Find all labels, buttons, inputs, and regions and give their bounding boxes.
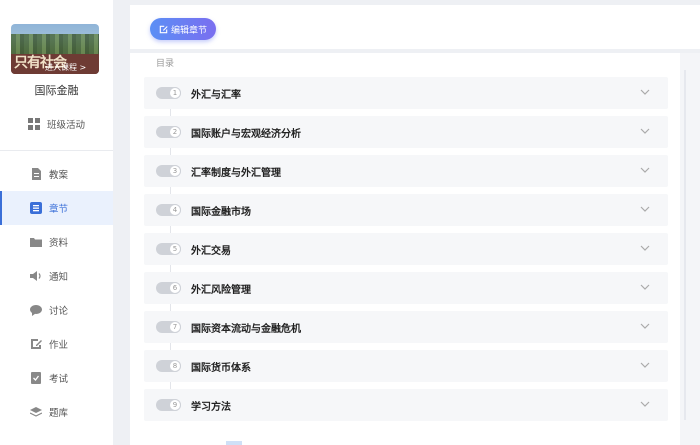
sidebar-item-homework[interactable]: 作业 [0,327,113,361]
chapter-toggle[interactable]: 2 [156,126,181,138]
chapter-number: 2 [169,126,181,138]
stack-icon [30,407,42,417]
sidebar-item-exams[interactable]: 考试 [0,361,113,395]
chevron-down-icon[interactable] [640,323,650,330]
course-name: 国际金融 [34,84,79,97]
chapter-number: 1 [169,87,181,99]
chevron-down-icon[interactable] [640,206,650,213]
chapter-title: 外汇交易 [191,245,231,257]
sidebar-item-label: 教案 [49,170,69,181]
chevron-down-icon[interactable] [640,401,650,408]
chapter-row[interactable]: 8 国际货币体系 [144,350,668,382]
chapter-number: 8 [169,360,181,372]
chat-icon [30,305,42,316]
chevron-down-icon[interactable] [640,245,650,252]
chapter-toggle[interactable]: 4 [156,204,181,216]
edit-icon [31,339,42,349]
chapter-row[interactable]: 9 学习方法 [144,389,668,421]
grid-icon [28,118,40,130]
sidebar: 只有社会 进入课程 > 国际金融 班级活动 教案 章节 资料 通知 讨论 作业 … [0,0,113,445]
chevron-down-icon[interactable] [640,362,650,369]
chapter-title: 外汇与汇率 [191,89,241,101]
chapter-row[interactable]: 7 国际资本流动与金融危机 [144,311,668,343]
folder-icon [30,238,42,247]
speaker-icon [30,271,41,281]
sidebar-item-label: 章节 [49,204,69,215]
enter-course-link[interactable]: 进入课程 > [45,62,86,73]
chevron-down-icon[interactable] [640,167,650,174]
chapter-row[interactable]: 6 外汇风险管理 [144,272,668,304]
sidebar-item-lesson-plan[interactable]: 教案 [0,157,113,191]
chapter-toggle[interactable]: 3 [156,165,181,177]
document-icon [32,168,41,180]
course-cover-image[interactable]: 只有社会 进入课程 > [11,24,99,74]
edit-icon [159,25,168,33]
sidebar-item-label: 作业 [49,340,69,351]
sidebar-item-label: 题库 [49,408,69,419]
chapter-row[interactable]: 1 外汇与汇率 [144,77,668,109]
chapter-number: 9 [169,399,181,411]
sidebar-item-notices[interactable]: 通知 [0,259,113,293]
chapter-toggle[interactable]: 8 [156,360,181,372]
class-activity-label: 班级活动 [47,120,86,131]
chapter-title: 学习方法 [191,401,231,413]
sidebar-item-label: 资料 [49,238,69,249]
chevron-down-icon[interactable] [640,89,650,96]
chevron-down-icon[interactable] [640,284,650,291]
chapter-toggle[interactable]: 5 [156,243,181,255]
chapter-title: 国际货币体系 [191,362,251,374]
sidebar-item-label: 通知 [49,272,69,283]
sidebar-item-question-bank[interactable]: 题库 [0,395,113,429]
chevron-down-icon[interactable] [640,128,650,135]
chapter-title: 国际资本流动与金融危机 [191,323,301,335]
chapter-toggle[interactable]: 1 [156,87,181,99]
chapter-row[interactable]: 2 国际账户与宏观经济分析 [144,116,668,148]
chapter-row[interactable]: 5 外汇交易 [144,233,668,265]
chapter-title: 外汇风险管理 [191,284,251,296]
chapter-number: 6 [169,282,181,294]
scrollbar[interactable] [684,70,686,420]
toc-label: 目录 [156,59,175,69]
chapter-title: 国际账户与宏观经济分析 [191,128,301,140]
chapter-number: 4 [169,204,181,216]
chapter-toggle[interactable]: 9 [156,399,181,411]
edit-chapters-label: 编辑章节 [170,25,207,36]
sidebar-item-label: 讨论 [49,306,69,317]
chapter-row[interactable]: 3 汇率制度与外汇管理 [144,155,668,187]
sidebar-item-materials[interactable]: 资料 [0,225,113,259]
chapter-title: 汇率制度与外汇管理 [191,167,281,179]
chapter-number: 7 [169,321,181,333]
chapter-toggle[interactable]: 7 [156,321,181,333]
sidebar-divider [0,150,113,151]
chapter-toggle[interactable]: 6 [156,282,181,294]
list-icon [30,202,42,214]
sidebar-item-label: 考试 [49,374,69,385]
scrollbar-gutter [680,53,700,445]
chapter-row[interactable]: 4 国际金融市场 [144,194,668,226]
exam-icon [31,372,41,384]
sidebar-item-chapters[interactable]: 章节 [0,191,113,225]
class-activity-link[interactable]: 班级活动 [28,117,85,131]
edit-chapters-button[interactable]: 编辑章节 [150,18,216,40]
sidebar-item-discussion[interactable]: 讨论 [0,293,113,327]
chapter-title: 国际金融市场 [191,206,251,218]
bottom-partial-element [226,441,242,445]
chapter-number: 5 [169,243,181,255]
chapter-number: 3 [169,165,181,177]
